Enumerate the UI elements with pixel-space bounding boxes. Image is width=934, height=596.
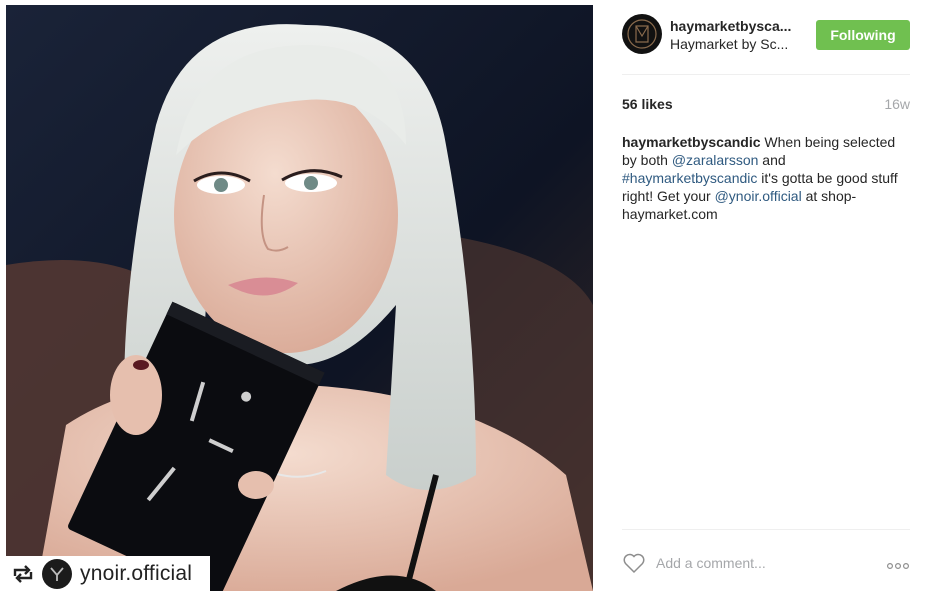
comments-divider — [622, 529, 910, 530]
repost-handle: ynoir.official — [80, 562, 193, 585]
mention-link[interactable]: @zaralarsson — [672, 152, 759, 168]
more-options-icon[interactable] — [886, 557, 910, 575]
post-caption: haymarketbyscandic When being selected b… — [622, 133, 912, 223]
caption-text: and — [758, 152, 786, 168]
author-full-name: Haymarket by Sc... — [670, 36, 789, 52]
post-photo-image — [6, 5, 593, 591]
comment-input[interactable] — [656, 552, 856, 574]
heart-icon[interactable] — [622, 552, 646, 579]
caption-username[interactable]: haymarketbyscandic — [622, 134, 761, 150]
mention-link[interactable]: @ynoir.official — [715, 188, 802, 204]
header-divider — [622, 74, 910, 75]
comment-bar — [622, 548, 912, 578]
hashtag-link[interactable]: #haymarketbyscandic — [622, 170, 757, 186]
post-header: haymarketbysca... Haymarket by Sc... Fol… — [622, 14, 910, 58]
likes-count[interactable]: 56 likes — [622, 96, 673, 112]
post-timestamp[interactable]: 16w — [884, 96, 910, 112]
repost-credit: ynoir.official — [6, 556, 210, 592]
following-button[interactable]: Following — [816, 20, 910, 50]
repost-icon — [10, 561, 36, 587]
author-avatar[interactable] — [622, 14, 662, 54]
author-username[interactable]: haymarketbysca... — [670, 18, 791, 34]
repost-avatar — [42, 559, 72, 589]
post-photo[interactable] — [6, 5, 593, 591]
haymarket-logo-icon — [627, 19, 657, 49]
